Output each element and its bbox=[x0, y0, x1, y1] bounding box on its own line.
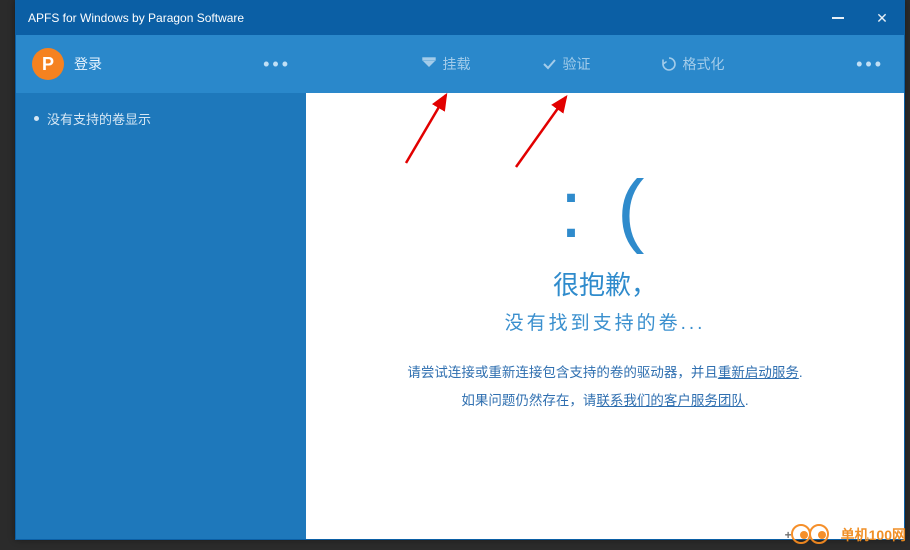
verify-label: 验证 bbox=[563, 54, 591, 74]
hint2-text: 如果问题仍然存在，请 bbox=[461, 393, 596, 408]
toolbar-left: P 登录 ••• bbox=[26, 48, 301, 81]
title-bar: APFS for Windows by Paragon Software ✕ bbox=[16, 1, 904, 35]
hint1-text: 请尝试连接或重新连接包含支持的卷的驱动器，并且 bbox=[407, 365, 718, 380]
login-button[interactable]: 登录 bbox=[74, 54, 102, 74]
sidebar-empty-item: 没有支持的卷显示 bbox=[34, 109, 288, 128]
sad-face-icon: : ( bbox=[560, 163, 651, 257]
sidebar-empty-label: 没有支持的卷显示 bbox=[47, 109, 151, 128]
more-right-button[interactable]: ••• bbox=[846, 48, 894, 81]
format-icon bbox=[661, 56, 677, 72]
toolbar-actions: 挂载 验证 格式化 bbox=[301, 54, 844, 74]
hint1-period: . bbox=[799, 365, 803, 380]
restart-service-link[interactable]: 重新启动服务 bbox=[718, 365, 799, 380]
mount-icon bbox=[421, 56, 437, 72]
main-panel: : ( 很抱歉， 没有找到支持的卷... 请尝试连接或重新连接包含支持的卷的驱动… bbox=[306, 93, 904, 539]
sorry-subheading: 没有找到支持的卷... bbox=[505, 308, 706, 335]
format-label: 格式化 bbox=[683, 54, 725, 74]
bullet-icon bbox=[34, 116, 39, 121]
more-left-button[interactable]: ••• bbox=[253, 48, 301, 81]
hint-line-1: 请尝试连接或重新连接包含支持的卷的驱动器，并且重新启动服务. bbox=[407, 361, 802, 381]
logo-letter: P bbox=[42, 54, 54, 75]
minimize-icon bbox=[832, 17, 844, 19]
close-button[interactable]: ✕ bbox=[860, 1, 904, 35]
watermark-logo-icon: + bbox=[791, 522, 835, 548]
mount-label: 挂载 bbox=[443, 54, 471, 74]
verify-button[interactable]: 验证 bbox=[541, 54, 591, 74]
paragon-logo[interactable]: P bbox=[32, 48, 64, 80]
content-body: 没有支持的卷显示 : ( 很抱歉， 没有找到支持的卷... 请尝试连接或重新连接… bbox=[16, 93, 904, 539]
hint-line-2: 如果问题仍然存在，请联系我们的客户服务团队. bbox=[461, 389, 748, 409]
format-button[interactable]: 格式化 bbox=[661, 54, 725, 74]
toolbar-right: ••• bbox=[844, 48, 894, 81]
watermark: + 单机100网 bbox=[791, 522, 906, 548]
app-window: APFS for Windows by Paragon Software ✕ P… bbox=[15, 0, 905, 540]
contact-support-link[interactable]: 联系我们的客户服务团队 bbox=[596, 393, 745, 408]
window-title: APFS for Windows by Paragon Software bbox=[28, 11, 244, 25]
hint2-period: . bbox=[745, 393, 749, 408]
toolbar: P 登录 ••• 挂载 验证 bbox=[16, 35, 904, 93]
sorry-heading: 很抱歉， bbox=[553, 265, 657, 302]
annotation-arrow-left bbox=[386, 83, 466, 173]
minimize-button[interactable] bbox=[816, 1, 860, 35]
sidebar: 没有支持的卷显示 bbox=[16, 93, 306, 539]
mount-button[interactable]: 挂载 bbox=[421, 54, 471, 74]
watermark-text: 单机100网 bbox=[841, 525, 906, 545]
close-icon: ✕ bbox=[876, 11, 888, 25]
checkmark-icon bbox=[541, 56, 557, 72]
